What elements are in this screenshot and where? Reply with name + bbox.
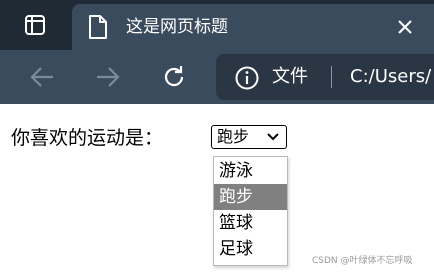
option-basketball[interactable]: 篮球: [214, 210, 287, 236]
site-info-label[interactable]: 文件: [272, 63, 308, 91]
forward-button[interactable]: [93, 62, 123, 92]
option-football[interactable]: 足球: [214, 236, 287, 262]
page-content: 你喜欢的运动是： 跑步 游泳 跑步 篮球 足球: [0, 104, 434, 276]
tab-active[interactable]: 这是网页标题: [72, 4, 434, 50]
chevron-down-icon: [267, 133, 279, 141]
tab-close-button[interactable]: [393, 15, 417, 39]
back-button[interactable]: [27, 62, 57, 92]
address-bar[interactable]: 文件 C:/Users/: [216, 54, 434, 100]
browser-tabstrip: 这是网页标题: [0, 0, 434, 50]
arrow-right-icon: [97, 67, 120, 87]
option-running[interactable]: 跑步: [214, 184, 287, 210]
browser-toolbar: 文件 C:/Users/: [0, 50, 434, 104]
close-icon: [398, 20, 412, 34]
reload-icon: [164, 66, 184, 87]
address-divider: [331, 66, 332, 88]
option-list: 游泳 跑步 篮球 足球: [214, 157, 287, 262]
info-icon[interactable]: [234, 65, 260, 91]
sport-dropdown: 游泳 跑步 篮球 足球: [213, 156, 288, 266]
page-icon: [89, 15, 107, 39]
watermark: CSDN @叶绿体不忘呼吸: [312, 256, 413, 266]
sport-question-label: 你喜欢的运动是：: [11, 127, 164, 149]
option-swimming[interactable]: 游泳: [214, 158, 287, 184]
window-icon: [25, 15, 45, 35]
tab-actions-button[interactable]: [21, 11, 49, 39]
tab-title: 这是网页标题: [126, 17, 228, 37]
sport-select[interactable]: 跑步: [211, 125, 287, 149]
url-text[interactable]: C:/Users/: [350, 63, 431, 91]
select-value: 跑步: [217, 127, 250, 146]
arrow-left-icon: [30, 67, 53, 87]
reload-button[interactable]: [159, 62, 189, 92]
